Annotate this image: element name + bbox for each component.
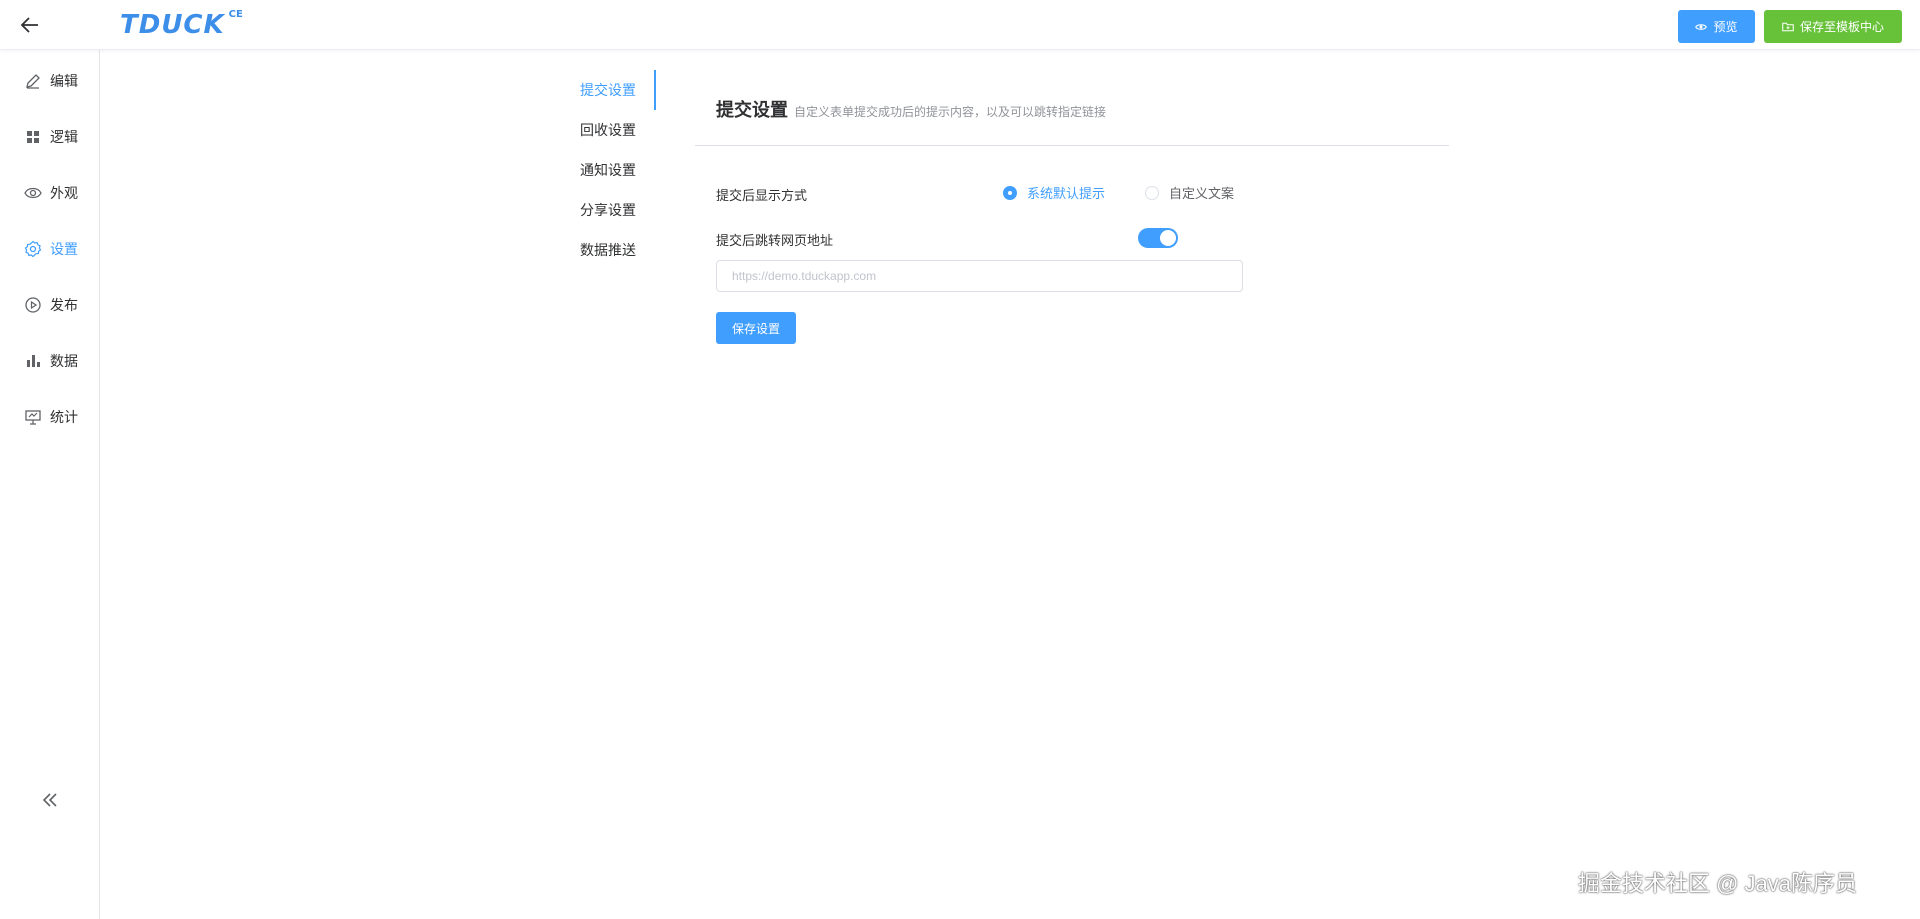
sidebar-item-label: 外观: [50, 186, 78, 202]
gear-icon: [24, 240, 42, 258]
submenu-item-label: 回收设置: [580, 123, 636, 139]
sidebar-item-label: 逻辑: [50, 130, 78, 146]
folder-icon: [1782, 21, 1794, 33]
grid-icon: [24, 128, 42, 146]
sidebar-item-label: 设置: [50, 242, 78, 258]
tab-data-push[interactable]: 数据推送: [568, 230, 656, 270]
sidebar-item-logic[interactable]: 逻辑: [0, 122, 99, 152]
redirect-toggle[interactable]: [1138, 228, 1178, 248]
tab-recycle-settings[interactable]: 回收设置: [568, 110, 656, 150]
radio-default-prompt[interactable]: 系统默认提示: [1003, 183, 1105, 202]
save-settings-label: 保存设置: [731, 321, 780, 336]
sidebar-item-label: 统计: [50, 410, 78, 426]
divider: [695, 145, 1449, 146]
submenu-item-label: 数据推送: [580, 243, 636, 259]
tab-submit-settings[interactable]: 提交设置: [568, 70, 656, 110]
save-to-template-label: 保存至模板中心: [1799, 20, 1884, 34]
radio-circle: [1145, 185, 1159, 200]
eye-icon: [1695, 21, 1708, 33]
collapse-sidebar-icon[interactable]: [38, 788, 62, 812]
radio-circle: [1003, 185, 1017, 200]
sidebar-item-data[interactable]: 数据: [0, 346, 99, 376]
display-mode-label: 提交后显示方式: [716, 189, 808, 204]
page-description: 自定义表单提交成功后的提示内容，以及可以跳转指定链接: [794, 105, 1107, 119]
save-settings-button[interactable]: 保存设置: [716, 312, 796, 344]
watermark: 掘金技术社区 @ Java陈序员: [1578, 871, 1858, 896]
presentation-icon: [24, 408, 42, 426]
submenu-item-label: 提交设置: [580, 83, 636, 99]
sidebar-item-label: 编辑: [50, 74, 78, 90]
panel-header: 提交设置 自定义表单提交成功后的提示内容，以及可以跳转指定链接: [716, 96, 1106, 122]
top-header: TDUCK CE 预览 保存至模板中心: [0, 0, 1920, 50]
radio-custom-label: 自定义文案: [1169, 187, 1235, 202]
bar-chart-icon: [24, 352, 42, 370]
submenu-item-label: 分享设置: [580, 203, 636, 219]
tab-notify-settings[interactable]: 通知设置: [568, 150, 656, 190]
tab-share-settings[interactable]: 分享设置: [568, 190, 656, 230]
edit-icon: [24, 72, 42, 90]
play-icon: [24, 296, 42, 314]
radio-custom-text[interactable]: 自定义文案: [1145, 183, 1234, 202]
sidebar-item-edit[interactable]: 编辑: [0, 66, 99, 96]
sidebar-item-publish[interactable]: 发布: [0, 290, 99, 320]
sidebar-item-label: 发布: [50, 298, 78, 314]
submenu-item-label: 通知设置: [580, 163, 636, 179]
left-sidebar: 编辑 逻辑 外观 设置 发布 数据 统计: [0, 50, 100, 919]
sidebar-item-appearance[interactable]: 外观: [0, 178, 99, 208]
sidebar-item-settings[interactable]: 设置: [0, 234, 99, 264]
toggle-knob: [1160, 230, 1176, 246]
sidebar-item-statistics[interactable]: 统计: [0, 402, 99, 432]
preview-button[interactable]: 预览: [1678, 10, 1755, 43]
eye-icon: [24, 184, 42, 202]
back-arrow-icon[interactable]: [18, 13, 42, 37]
preview-button-label: 预览: [1713, 20, 1738, 34]
page-title: 提交设置: [716, 100, 788, 121]
logo[interactable]: TDUCK CE: [120, 9, 243, 40]
radio-default-label: 系统默认提示: [1027, 187, 1106, 202]
sidebar-item-label: 数据: [50, 354, 78, 370]
save-to-template-button[interactable]: 保存至模板中心: [1764, 10, 1902, 43]
redirect-url-label: 提交后跳转网页地址: [716, 234, 834, 249]
redirect-url-input[interactable]: [716, 260, 1243, 292]
